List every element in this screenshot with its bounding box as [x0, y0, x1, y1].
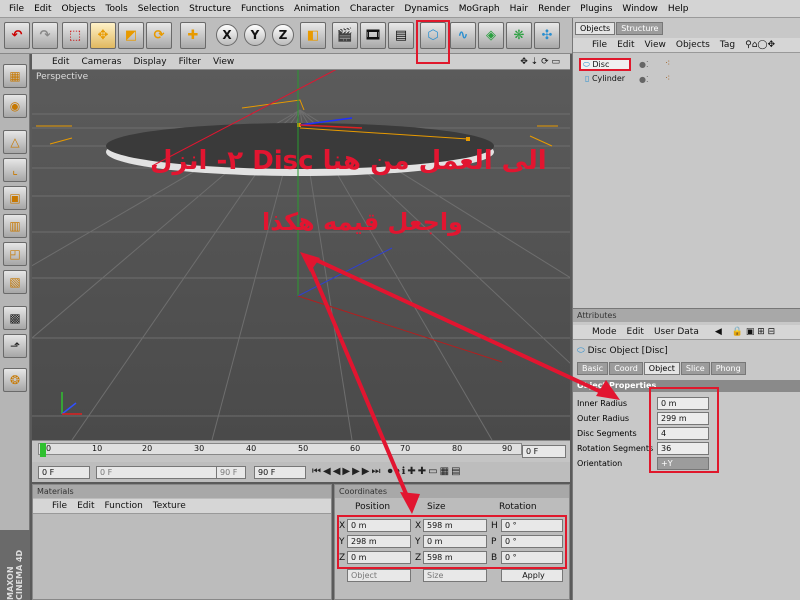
- annotation-value-text: واجعل قيمه هكذا: [262, 208, 463, 236]
- annotation-arrows: [300, 252, 620, 514]
- annotation-step-text: ٢- انزل Disc الى العمل من هنا: [150, 146, 547, 176]
